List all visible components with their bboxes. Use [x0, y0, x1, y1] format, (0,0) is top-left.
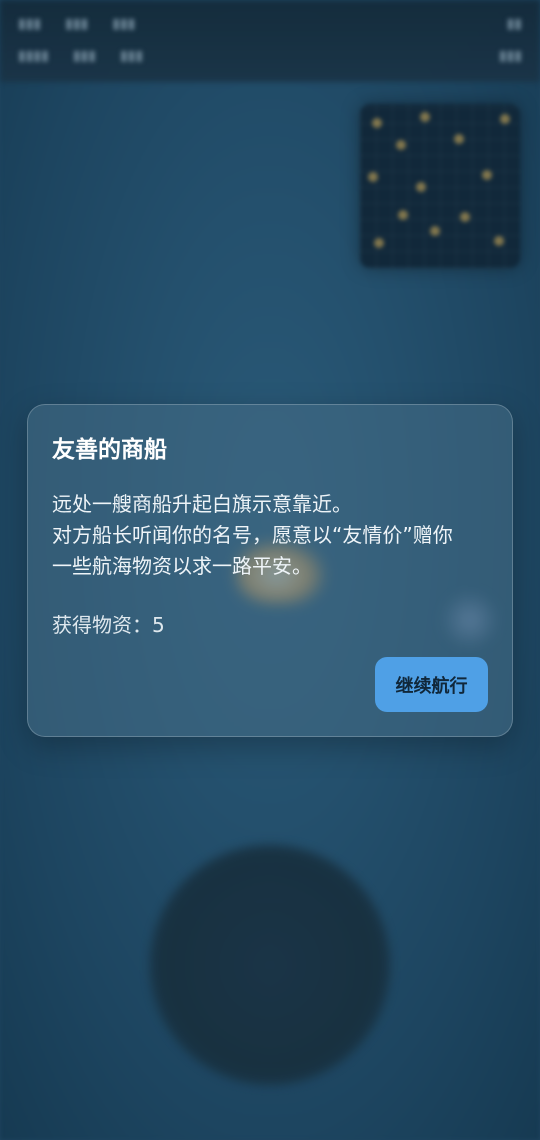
virtual-joystick [150, 845, 390, 1085]
hud-stat-blurred: ▮▮▮ [119, 48, 144, 64]
dialog-body-line: 远处一艘商船升起白旗示意靠近。 [52, 492, 352, 516]
hud-stat-blurred: ▮▮▮ [65, 16, 89, 32]
event-dialog: 友善的商船 远处一艘商船升起白旗示意靠近。 对方船长听闻你的名号，愿意以“友情价… [27, 404, 513, 737]
minimap-marker [500, 114, 510, 124]
minimap-marker [398, 210, 408, 220]
minimap-marker [420, 112, 430, 122]
minimap-marker [460, 212, 470, 222]
hud-stat-blurred: ▮▮▮▮ [18, 48, 49, 64]
minimap-marker [396, 140, 406, 150]
minimap-marker [430, 226, 440, 236]
hud-top-bar [0, 0, 540, 82]
dialog-body-line: 对方船长听闻你的名号，愿意以“友情价”赠你 [52, 523, 453, 547]
hud-row-blurred: ▮▮▮ ▮▮▮ ▮▮▮ ▮▮ [18, 16, 522, 32]
dialog-title: 友善的商船 [52, 437, 167, 463]
hud-stat-blurred: ▮▮▮ [18, 16, 42, 32]
reward-text: 获得物资：5 [52, 610, 488, 640]
hud-stat-blurred: ▮▮ [506, 16, 522, 32]
minimap-marker [416, 182, 426, 192]
hud-row-blurred: ▮▮▮▮ ▮▮▮ ▮▮▮ ▮▮▮ [18, 48, 522, 64]
minimap-marker [368, 172, 378, 182]
hud-stat-blurred: ▮▮▮ [498, 48, 522, 64]
continue-sailing-button[interactable]: 继续航行 [375, 657, 488, 712]
dialog-body: 远处一艘商船升起白旗示意靠近。 对方船长听闻你的名号，愿意以“友情价”赠你 一些… [52, 489, 488, 582]
dialog-body-line: 一些航海物资以求一路平安。 [52, 554, 312, 578]
reward-value: 5 [152, 613, 165, 637]
minimap [360, 104, 520, 268]
minimap-marker [454, 134, 464, 144]
minimap-marker [482, 170, 492, 180]
minimap-marker [374, 238, 384, 248]
reward-label: 获得物资： [52, 613, 152, 637]
hud-stat-blurred: ▮▮▮ [112, 16, 136, 32]
minimap-marker [494, 236, 504, 246]
minimap-marker [372, 118, 382, 128]
hud-stat-blurred: ▮▮▮ [72, 48, 96, 64]
